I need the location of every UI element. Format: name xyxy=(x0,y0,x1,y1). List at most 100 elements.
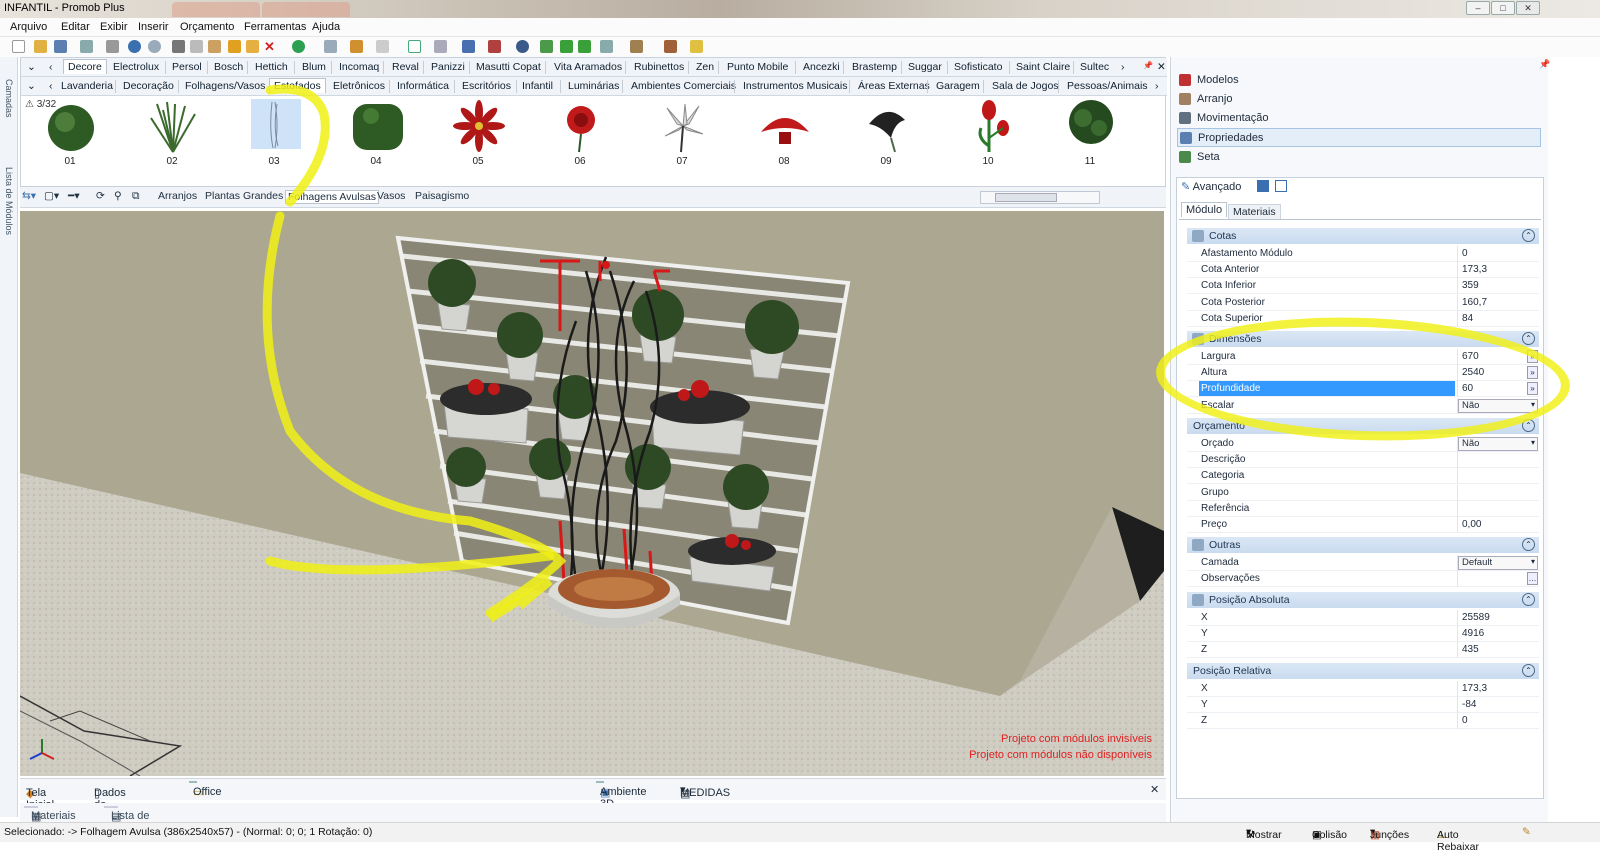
library-item-05[interactable]: 05 xyxy=(443,98,513,168)
library-item-11[interactable]: 11 xyxy=(1055,98,1125,168)
tab-masutti-copat[interactable]: Masutti Copat xyxy=(476,61,541,73)
eye-icon[interactable] xyxy=(516,40,529,53)
property-value[interactable]: 359 xyxy=(1462,280,1537,291)
delete-icon[interactable]: ✕ xyxy=(264,40,277,53)
refresh-icon[interactable]: ⟳ xyxy=(96,190,105,202)
property-value[interactable]: 84 xyxy=(1462,313,1537,324)
joints-button[interactable]: ▦ Junções ▾ xyxy=(1370,826,1409,841)
library-item-01[interactable]: 01 xyxy=(35,98,105,168)
property-value[interactable]: 173,3 xyxy=(1462,683,1537,694)
group-icon[interactable] xyxy=(350,40,363,53)
tool-icon[interactable]: ✎ xyxy=(1522,826,1531,838)
collapse-icon[interactable]: ⌃ xyxy=(1522,664,1535,677)
tab-rubinettos[interactable]: Rubinettos xyxy=(634,61,684,73)
report-icon[interactable] xyxy=(488,40,501,53)
tab-escritorios[interactable]: Escritórios xyxy=(462,80,511,92)
tab-brastemp[interactable]: Brastemp xyxy=(852,61,897,73)
property-row[interactable]: Y 4916 xyxy=(1187,626,1539,643)
tab-garagem[interactable]: Garagem xyxy=(936,80,980,92)
section-posi-o-relativa[interactable]: Posição Relativa ⌃ xyxy=(1187,663,1539,679)
property-value[interactable]: 0 xyxy=(1462,715,1537,726)
menu-editar[interactable]: Editar xyxy=(61,21,90,33)
format-icon[interactable] xyxy=(228,40,241,53)
property-value[interactable]: 4916 xyxy=(1462,628,1537,639)
collapse-icon[interactable]: ⌃ xyxy=(1522,229,1535,242)
property-value[interactable]: 435 xyxy=(1462,644,1537,655)
filter-icon[interactable]: ⧉ xyxy=(132,190,140,203)
shape-icon[interactable] xyxy=(376,40,389,53)
scrollbar-thumb[interactable] xyxy=(995,193,1057,202)
nav-modelos[interactable]: Modelos xyxy=(1177,71,1541,90)
property-row[interactable]: Afastamento Módulo 0 xyxy=(1187,246,1539,262)
property-row[interactable]: Camada Default ▾ xyxy=(1187,555,1539,571)
layers-tab[interactable]: Camadas xyxy=(4,79,14,118)
section-cotas[interactable]: Cotas ⌃ xyxy=(1187,228,1539,244)
menu-ferramentas[interactable]: Ferramentas xyxy=(244,21,306,33)
brush-icon[interactable] xyxy=(246,40,259,53)
tab-luminarias[interactable]: Luminárias xyxy=(568,80,619,92)
minimize-button[interactable]: – xyxy=(1466,1,1490,15)
property-value[interactable]: 173,3 xyxy=(1462,264,1537,275)
menu-inserir[interactable]: Inserir xyxy=(138,21,169,33)
undo-icon[interactable] xyxy=(128,40,141,53)
pin-icon[interactable]: 📌 xyxy=(1143,61,1153,70)
tab-areas-externas[interactable]: Áreas Externas xyxy=(858,80,930,92)
property-row[interactable]: Grupo xyxy=(1187,484,1539,501)
viewport-3d[interactable]: Projeto com módulos invisíveis Projeto c… xyxy=(20,211,1164,776)
subtab-arranjos[interactable]: Arranjos xyxy=(158,190,197,202)
layout-toggle-icon[interactable]: ⇆▾ xyxy=(22,190,36,202)
render-icon[interactable] xyxy=(664,40,677,53)
property-row[interactable]: Cota Anterior 173,3 xyxy=(1187,262,1539,279)
tab-bosch[interactable]: Bosch xyxy=(214,61,243,73)
property-row[interactable]: Z0 xyxy=(1187,713,1539,730)
tab-eletronicos[interactable]: Eletrônicos xyxy=(333,80,385,92)
materials-tab[interactable]: ▦ Materiais xyxy=(24,806,76,823)
library-scrollbar[interactable] xyxy=(980,191,1100,204)
tab-sofisticato[interactable]: Sofisticato xyxy=(954,61,1002,73)
tab-infantil[interactable]: Infantil xyxy=(522,80,553,92)
tab-pessoas-animais[interactable]: Pessoas/Animais xyxy=(1067,80,1148,92)
tab-lavanderia[interactable]: Lavanderia xyxy=(61,80,113,92)
property-row[interactable]: Cota Posterior 160,7 xyxy=(1187,294,1539,311)
tab-incomaq[interactable]: Incomaq xyxy=(339,61,379,73)
collapse-icon[interactable]: ⌃ xyxy=(1522,538,1535,551)
menu-exibir[interactable]: Exibir xyxy=(100,21,128,33)
modules-list-tab[interactable]: Lista de Módulos xyxy=(4,167,14,235)
tab-modulo[interactable]: Módulo xyxy=(1181,202,1228,217)
move-icon[interactable] xyxy=(540,40,553,53)
tab-zen[interactable]: Zen xyxy=(696,61,714,73)
save-as-icon[interactable] xyxy=(80,40,93,53)
property-row[interactable]: Cota Inferior 359 xyxy=(1187,278,1539,295)
property-value[interactable]: 0 xyxy=(1462,248,1537,259)
select-icon[interactable] xyxy=(408,40,421,53)
subtab-paisagismo[interactable]: Paisagismo xyxy=(415,190,469,202)
line-style-icon[interactable]: ━▾ xyxy=(68,190,80,202)
list-view-icon[interactable] xyxy=(1257,180,1269,192)
open-icon[interactable] xyxy=(34,40,47,53)
tab-reval[interactable]: Reval xyxy=(392,61,419,73)
nav-movimentacao[interactable]: Movimentação xyxy=(1177,109,1541,128)
table-view-icon[interactable] xyxy=(1275,180,1287,192)
property-row[interactable]: X 25589 xyxy=(1187,610,1539,626)
expand-button[interactable]: … xyxy=(1527,572,1538,586)
paste-icon[interactable] xyxy=(208,40,221,53)
tab-nav-left[interactable]: ‹ xyxy=(49,61,53,73)
tab-informatica[interactable]: Informática xyxy=(397,80,449,92)
arrow-left-icon[interactable] xyxy=(560,40,573,53)
view-mode-icon[interactable]: ▢▾ xyxy=(44,190,59,202)
property-row[interactable]: Observações… xyxy=(1187,571,1539,588)
shield-icon[interactable] xyxy=(462,40,475,53)
library-item-07[interactable]: 07 xyxy=(647,98,717,168)
property-row[interactable]: Referência xyxy=(1187,500,1539,517)
save-icon[interactable] xyxy=(54,40,67,53)
ambient-3d-tab[interactable]: ▣ Ambiente 3D xyxy=(596,781,646,810)
property-value[interactable]: 160,7 xyxy=(1462,297,1537,308)
tab-vita-aramados[interactable]: Vita Aramados xyxy=(554,61,622,73)
cat-nav-right[interactable]: › xyxy=(1155,80,1159,92)
magic-icon[interactable] xyxy=(690,40,703,53)
collapse-icon[interactable]: ⌃ xyxy=(1522,332,1535,345)
menu-ajuda[interactable]: Ajuda xyxy=(312,21,340,33)
property-row[interactable]: X 173,3 xyxy=(1187,681,1539,697)
tab-hettich[interactable]: Hettich xyxy=(255,61,288,73)
library-item-06[interactable]: 06 xyxy=(545,98,615,168)
